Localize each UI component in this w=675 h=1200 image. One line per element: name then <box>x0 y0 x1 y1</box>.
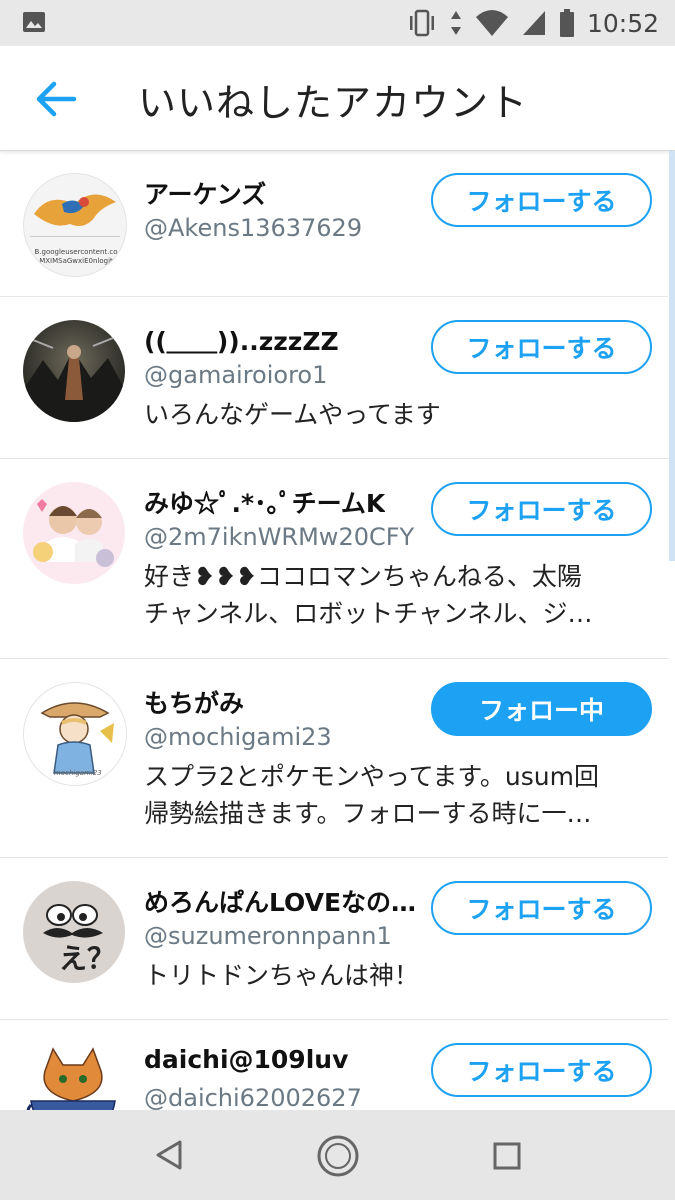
avatar[interactable]: え？ <box>23 881 125 983</box>
cat-teacup-icon <box>26 1047 116 1111</box>
account-row[interactable]: みゆ☆ﾟ.*･｡ﾟチームK @2m7iknWRMw20CFY 好き❥❥❥ココロマ… <box>0 458 668 659</box>
account-row[interactable]: mochigami23 もちがみ @mochigami23 スプラ2とポケモンや… <box>0 658 668 858</box>
account-handle: @daichi62002627 <box>144 1084 362 1111</box>
signal-icon <box>522 11 545 35</box>
anime-poster-icon <box>23 335 125 422</box>
account-name: daichi@109luv <box>144 1045 349 1074</box>
image-notification-icon <box>23 12 45 32</box>
bio-line: トリトドンちゃんは神！ <box>144 961 420 990</box>
account-handle: @suzumeronnpann1 <box>144 922 392 950</box>
account-bio: いろんなゲームやってます <box>144 396 654 433</box>
account-bio: スプラ2とポケモンやってます。usum回 帰勢絵描きます。フォローする時に一… <box>144 758 654 832</box>
page-title: いいねしたアカウント <box>138 81 529 125</box>
account-bio: 好き❥❥❥ココロマンちゃんねる、太陽 チャンネル、ロボットチャンネル、ジ… <box>144 558 654 632</box>
following-button[interactable]: フォロー中 <box>431 682 652 736</box>
triangle-back-icon[interactable] <box>152 1138 186 1172</box>
arrow-left-icon[interactable] <box>34 79 78 119</box>
battery-icon <box>559 9 574 37</box>
status-bar: 10:52 <box>0 0 675 46</box>
account-name: アーケンズ <box>144 180 267 209</box>
avatar[interactable]: mochigami23 <box>23 682 127 786</box>
follow-button[interactable]: フォローする <box>431 482 652 536</box>
avatar[interactable]: B.googleusercontent.co MXIMSaGwxiE0nlogi… <box>23 173 127 277</box>
account-list: B.googleusercontent.co MXIMSaGwxiE0nlogi… <box>0 151 675 1111</box>
account-name: みゆ☆ﾟ.*･｡ﾟチームK <box>144 489 386 518</box>
follow-button[interactable]: フォローする <box>431 881 652 935</box>
scrollbar[interactable] <box>669 151 675 561</box>
bio-line: スプラ2とポケモンやってます。usum回 <box>144 762 599 791</box>
bio-line: チャンネル、ロボットチャンネル、ジ… <box>144 599 593 628</box>
follow-button[interactable]: フォローする <box>431 1043 652 1097</box>
bio-line: 好き❥❥❥ココロマンちゃんねる、太陽 <box>144 562 582 591</box>
account-row[interactable]: daichi@109luv @daichi62002627 フォローする <box>0 1019 668 1111</box>
account-handle: @gamairoioro1 <box>144 361 328 389</box>
account-name: もちがみ <box>144 689 245 718</box>
account-handle: @Akens13637629 <box>144 214 363 242</box>
avatar[interactable] <box>23 1041 123 1111</box>
bio-line: 帰勢絵描きます。フォローする時に一… <box>144 799 592 828</box>
account-row[interactable]: B.googleusercontent.co MXIMSaGwxiE0nlogi… <box>0 151 668 297</box>
wifi-icon <box>475 10 508 36</box>
bio-line: いろんなゲームやってます <box>144 400 441 429</box>
square-recents-icon[interactable] <box>492 1141 522 1171</box>
follow-button[interactable]: フォローする <box>431 320 652 374</box>
account-name: めろんぱんLOVEなの… <box>144 888 417 917</box>
account-row[interactable]: ((＿＿))..zzzZZ @gamairoioro1 いろんなゲームやってます… <box>0 296 668 459</box>
avatar-caption: B.googleusercontent.co <box>34 248 118 256</box>
idol-photo-icon <box>33 499 114 567</box>
data-transfer-icon <box>450 11 461 35</box>
status-time: 10:52 <box>586 8 659 38</box>
follow-button[interactable]: フォローする <box>431 173 652 227</box>
account-bio: トリトドンちゃんは神！ <box>144 957 654 994</box>
avatar[interactable] <box>23 320 125 422</box>
avatar-caption: MXIMSaGwxiE0nlogit <box>39 257 113 265</box>
account-handle: @mochigami23 <box>144 723 332 751</box>
account-handle: @2m7iknWRMw20CFY <box>144 523 415 551</box>
avatar-signature: mochigami23 <box>54 769 102 777</box>
account-row[interactable]: え？ めろんぱんLOVEなの… @suzumeronnpann1 トリトドンちゃ… <box>0 857 668 1020</box>
app-bar: いいねしたアカウント <box>0 46 675 151</box>
account-name: ((＿＿))..zzzZZ <box>144 327 339 356</box>
vibrate-icon <box>409 9 434 37</box>
navigation-bar <box>0 1110 675 1200</box>
avatar[interactable] <box>23 482 125 584</box>
circle-home-icon[interactable] <box>316 1134 360 1178</box>
avatar-text: え？ <box>59 942 116 975</box>
